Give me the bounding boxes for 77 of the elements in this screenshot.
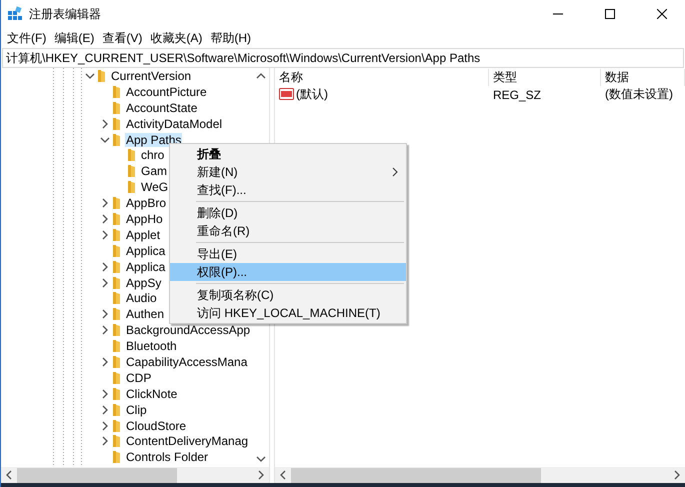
folder-icon bbox=[112, 307, 122, 322]
tree-item[interactable]: Applica bbox=[125, 244, 166, 258]
context-menu-item[interactable]: 权限(P)... bbox=[170, 263, 406, 281]
tree-item[interactable]: Audio bbox=[125, 291, 158, 306]
folder-icon bbox=[112, 418, 122, 433]
tree-item[interactable]: CurrentVersion bbox=[110, 68, 192, 83]
folder-icon bbox=[112, 100, 122, 115]
value-name: (默认) bbox=[296, 86, 328, 103]
folder-icon bbox=[112, 196, 122, 210]
folder-icon bbox=[112, 291, 122, 306]
tree-item[interactable]: CDP bbox=[125, 370, 152, 385]
window-title: 注册表编辑器 bbox=[29, 6, 102, 22]
string-value-icon bbox=[279, 88, 294, 101]
menu-item[interactable]: 帮助(H) bbox=[206, 28, 255, 48]
tree-item[interactable]: AccountPicture bbox=[125, 84, 208, 99]
maximize-icon bbox=[605, 9, 615, 19]
menu-item[interactable]: 查看(V) bbox=[98, 28, 146, 48]
tree-item[interactable]: Gam bbox=[140, 164, 168, 178]
tree-item[interactable]: AccountState bbox=[125, 100, 198, 115]
folder-icon bbox=[112, 354, 122, 369]
menu-item[interactable]: 收藏夹(A) bbox=[146, 28, 206, 48]
tree-item[interactable]: AppBro bbox=[125, 196, 168, 210]
menu-item[interactable]: 文件(F) bbox=[3, 28, 50, 48]
folder-icon bbox=[112, 386, 122, 401]
value-data: (数值未设置) bbox=[604, 86, 674, 103]
tree-item[interactable]: AppSy bbox=[125, 276, 162, 290]
folder-icon bbox=[112, 212, 122, 226]
tree-item[interactable]: Bluetooth bbox=[125, 339, 178, 354]
column-header[interactable]: 类型 bbox=[489, 68, 601, 86]
column-header[interactable]: 数据 bbox=[601, 68, 685, 86]
context-menu-item[interactable]: 复制项名称(C) bbox=[170, 286, 406, 304]
tree-item[interactable]: chro bbox=[140, 148, 166, 162]
folder-icon bbox=[112, 339, 122, 354]
value-type: REG_SZ bbox=[492, 88, 542, 102]
folder-icon bbox=[112, 244, 122, 258]
folder-icon bbox=[112, 228, 122, 242]
close-icon bbox=[657, 9, 667, 19]
folder-icon bbox=[112, 434, 122, 448]
context-menu-item[interactable]: 访问 HKEY_LOCAL_MACHINE(T) bbox=[170, 304, 406, 322]
folder-icon bbox=[112, 402, 122, 417]
folder-icon bbox=[112, 84, 122, 99]
tree-item[interactable]: ContentDeliveryManag bbox=[125, 434, 250, 448]
folder-icon bbox=[127, 180, 137, 194]
tree-item[interactable]: BackgroundAccessApp bbox=[125, 323, 252, 338]
context-menu-item[interactable]: 删除(D) bbox=[170, 204, 406, 222]
tree-item[interactable]: AppHo bbox=[125, 212, 164, 226]
tree-item[interactable]: Controls Folder bbox=[125, 450, 210, 464]
tree-item[interactable]: ClickNote bbox=[125, 386, 178, 401]
menu-item[interactable]: 编辑(E) bbox=[50, 28, 98, 48]
context-menu-item[interactable]: 重命名(R) bbox=[170, 222, 406, 240]
tree-item[interactable]: Authen bbox=[125, 307, 166, 322]
folder-icon bbox=[112, 260, 122, 274]
scrollbar-thumb[interactable] bbox=[17, 468, 177, 482]
folder-icon bbox=[112, 323, 122, 338]
scrollbar-thumb[interactable] bbox=[291, 468, 541, 482]
folder-icon bbox=[112, 132, 122, 146]
folder-icon bbox=[112, 370, 122, 385]
folder-icon bbox=[112, 116, 122, 131]
tree-item[interactable]: Applet bbox=[125, 228, 162, 242]
folder-icon bbox=[112, 450, 122, 464]
address-field[interactable]: 计算机\HKEY_CURRENT_USER\Software\Microsoft\Windows\CurrentVersion\App Paths bbox=[2, 48, 684, 68]
tree-item[interactable]: CloudStore bbox=[125, 418, 188, 433]
tree-item[interactable]: ActivityDataModel bbox=[125, 116, 224, 131]
registry-icon bbox=[7, 6, 23, 22]
folder-icon bbox=[127, 148, 137, 162]
folder-icon bbox=[127, 164, 137, 178]
tree-item[interactable]: CapabilityAccessMana bbox=[125, 354, 248, 369]
column-header[interactable]: 名称 bbox=[275, 68, 489, 86]
tree-item[interactable]: Clip bbox=[125, 402, 148, 417]
context-menu-item[interactable]: 折叠 bbox=[170, 145, 406, 163]
folder-icon bbox=[97, 68, 107, 83]
folder-icon bbox=[112, 276, 122, 290]
context-menu-item[interactable]: 查找(F)... bbox=[170, 181, 406, 199]
tree-item[interactable]: Applica bbox=[125, 260, 166, 274]
tree-item[interactable]: WeG bbox=[140, 180, 170, 194]
context-menu-item[interactable]: 导出(E) bbox=[170, 245, 406, 263]
context-menu-item[interactable]: 新建(N) bbox=[170, 163, 406, 181]
